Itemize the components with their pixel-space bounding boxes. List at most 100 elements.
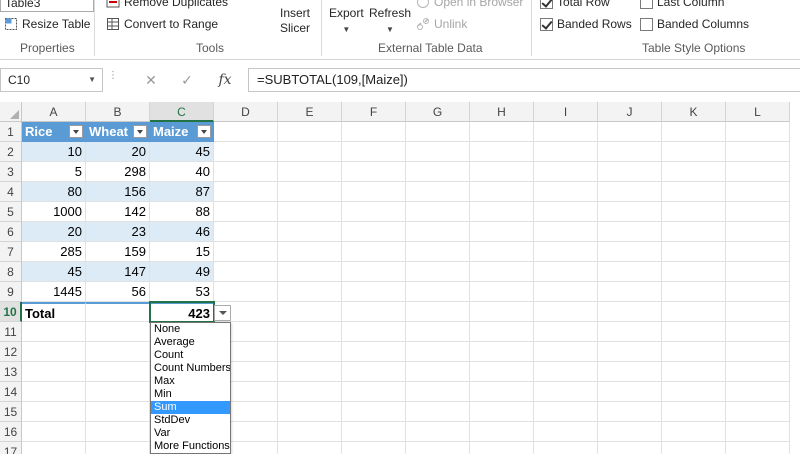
table-header-cell[interactable]: Rice — [22, 122, 86, 142]
table-cell[interactable]: 1000 — [22, 202, 86, 222]
dropdown-option[interactable]: Var — [151, 427, 230, 440]
row-header-2[interactable]: 2 — [0, 142, 22, 162]
cell[interactable] — [662, 282, 726, 302]
name-box[interactable]: C10 ▼ — [0, 68, 103, 92]
insert-function-icon[interactable]: fx — [210, 68, 240, 92]
cell[interactable] — [726, 342, 790, 362]
cell[interactable] — [470, 422, 534, 442]
table-cell[interactable]: 45 — [150, 142, 214, 162]
cell[interactable] — [662, 162, 726, 182]
cell[interactable] — [470, 122, 534, 142]
table-cell[interactable]: 10 — [22, 142, 86, 162]
dropdown-option[interactable]: None — [151, 323, 230, 336]
cell[interactable] — [598, 162, 662, 182]
cell[interactable] — [470, 342, 534, 362]
cell[interactable] — [214, 282, 278, 302]
cell[interactable] — [406, 282, 470, 302]
cell[interactable] — [86, 402, 150, 422]
total-row-checkbox[interactable]: Total Row — [540, 0, 610, 9]
cell[interactable] — [278, 342, 342, 362]
table-cell[interactable]: 23 — [86, 222, 150, 242]
cell[interactable] — [662, 202, 726, 222]
cell[interactable] — [598, 142, 662, 162]
cell[interactable] — [278, 182, 342, 202]
cell[interactable] — [534, 182, 598, 202]
cell[interactable] — [406, 422, 470, 442]
cell[interactable] — [406, 162, 470, 182]
cell[interactable] — [86, 342, 150, 362]
cell[interactable] — [470, 222, 534, 242]
table-cell[interactable]: 156 — [86, 182, 150, 202]
table-cell[interactable]: 15 — [150, 242, 214, 262]
cell[interactable] — [278, 262, 342, 282]
cell[interactable] — [534, 222, 598, 242]
table-cell[interactable]: 298 — [86, 162, 150, 182]
cell[interactable] — [470, 362, 534, 382]
cell[interactable] — [86, 422, 150, 442]
cell[interactable] — [534, 142, 598, 162]
cell[interactable] — [278, 122, 342, 142]
cell[interactable] — [534, 342, 598, 362]
cell[interactable] — [342, 362, 406, 382]
cell[interactable] — [342, 142, 406, 162]
cell[interactable] — [214, 202, 278, 222]
cell[interactable] — [342, 162, 406, 182]
table-cell[interactable]: 285 — [22, 242, 86, 262]
table-cell[interactable]: 159 — [86, 242, 150, 262]
cell[interactable] — [278, 302, 342, 322]
filter-dropdown-icon[interactable] — [133, 125, 147, 138]
column-header-i[interactable]: I — [534, 102, 598, 122]
cell[interactable] — [470, 282, 534, 302]
table-cell[interactable]: 40 — [150, 162, 214, 182]
cell[interactable] — [662, 122, 726, 142]
table-cell[interactable]: 20 — [22, 222, 86, 242]
row-header-12[interactable]: 12 — [0, 342, 22, 362]
cell[interactable] — [534, 382, 598, 402]
formula-input[interactable]: =SUBTOTAL(109,[Maize]) — [248, 68, 800, 92]
cell[interactable] — [726, 122, 790, 142]
cell[interactable] — [278, 422, 342, 442]
cell[interactable] — [470, 162, 534, 182]
column-header-j[interactable]: J — [598, 102, 662, 122]
cell[interactable] — [406, 342, 470, 362]
cell[interactable] — [598, 242, 662, 262]
open-in-browser-button[interactable]: Open in Browser — [416, 0, 523, 9]
cell[interactable] — [726, 242, 790, 262]
cell[interactable] — [662, 182, 726, 202]
cell[interactable] — [598, 342, 662, 362]
cell[interactable] — [214, 122, 278, 142]
cell[interactable] — [214, 262, 278, 282]
cell[interactable] — [662, 142, 726, 162]
cell[interactable] — [470, 142, 534, 162]
cell[interactable] — [278, 222, 342, 242]
cell[interactable] — [598, 402, 662, 422]
cell[interactable] — [278, 142, 342, 162]
cell[interactable] — [22, 362, 86, 382]
cell[interactable] — [214, 162, 278, 182]
total-value-cell[interactable]: 423 — [149, 301, 215, 323]
cell[interactable] — [278, 382, 342, 402]
cell[interactable] — [726, 142, 790, 162]
table-cell[interactable]: 45 — [22, 262, 86, 282]
cell[interactable] — [406, 122, 470, 142]
row-header-13[interactable]: 13 — [0, 362, 22, 382]
column-header-b[interactable]: B — [86, 102, 150, 122]
cancel-icon[interactable]: ✕ — [136, 68, 166, 92]
cell[interactable] — [662, 382, 726, 402]
column-header-h[interactable]: H — [470, 102, 534, 122]
column-header-c[interactable]: C — [150, 102, 214, 122]
cell[interactable] — [342, 322, 406, 342]
cell[interactable] — [534, 402, 598, 422]
row-header-7[interactable]: 7 — [0, 242, 22, 262]
cell[interactable] — [598, 442, 662, 454]
table-header-cell[interactable]: Wheat — [86, 122, 150, 142]
cell[interactable] — [86, 362, 150, 382]
remove-duplicates-button[interactable]: Remove Duplicates — [106, 0, 228, 9]
cell[interactable] — [406, 402, 470, 422]
cell[interactable] — [726, 442, 790, 454]
export-button[interactable]: Export ▼ — [329, 6, 364, 37]
cell[interactable] — [342, 122, 406, 142]
cell[interactable] — [22, 402, 86, 422]
cell[interactable] — [598, 362, 662, 382]
cell[interactable] — [726, 382, 790, 402]
